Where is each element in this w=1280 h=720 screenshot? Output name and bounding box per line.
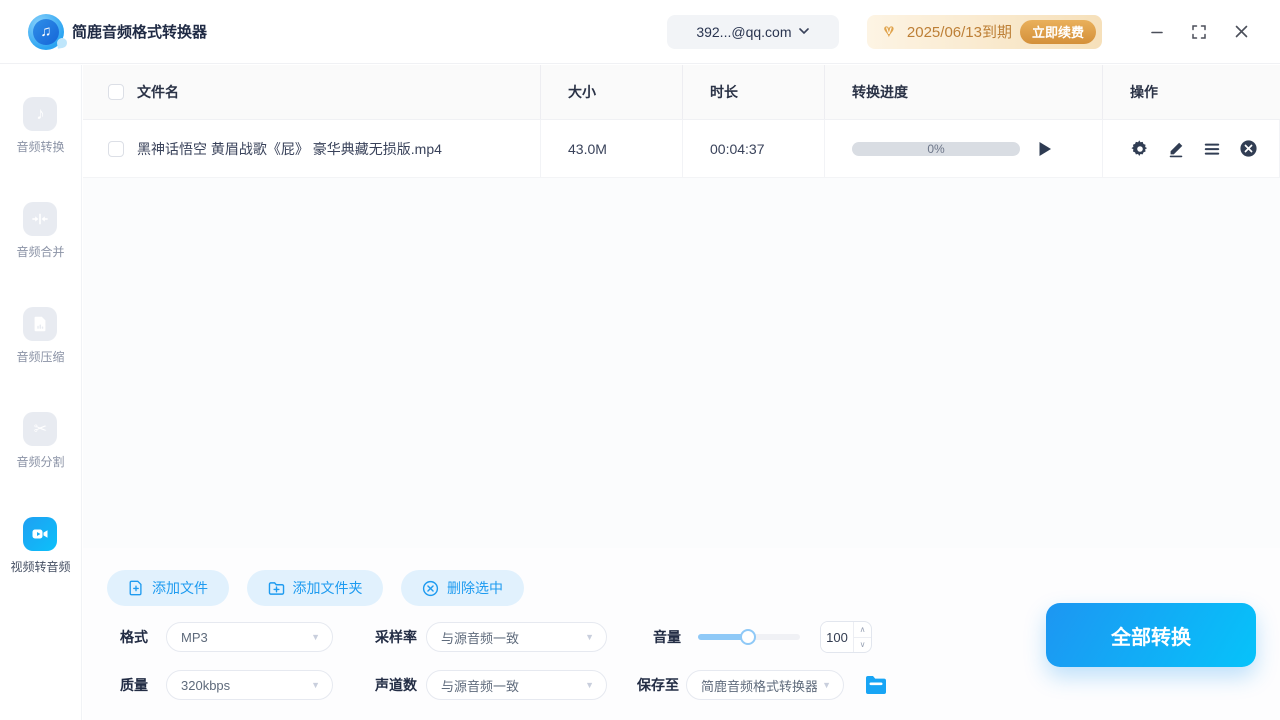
- dropdown-arrow-icon: ▼: [311, 680, 320, 690]
- chevron-down-icon: [799, 28, 809, 35]
- channels-select[interactable]: 与源音频一致 ▼: [426, 670, 607, 700]
- cell-duration: 00:04:37: [683, 120, 825, 177]
- account-dropdown[interactable]: 392...@qq.com: [667, 15, 839, 49]
- titlebar: ♫ 简鹿音频格式转换器 392...@qq.com ♥V 2025/06/13到…: [0, 0, 1280, 64]
- account-email: 392...@qq.com: [696, 24, 791, 40]
- add-folder-button[interactable]: 添加文件夹: [247, 570, 383, 606]
- volume-number-input: ∧ ∨: [820, 621, 872, 653]
- vip-expiry-date: 2025/06/13到期: [907, 21, 1012, 42]
- quality-select[interactable]: 320kbps ▼: [166, 670, 333, 700]
- table-row: 黑神话悟空 黄眉战歌《屁》 豪华典藏无损版.mp4 43.0M 00:04:37…: [83, 120, 1280, 178]
- sidebar-item-audio-compress[interactable]: 音频压缩: [16, 307, 64, 365]
- sample-rate-select[interactable]: 与源音频一致 ▼: [426, 622, 607, 652]
- maximize-button[interactable]: [1190, 23, 1208, 41]
- delete-circle-x-icon[interactable]: [1238, 139, 1258, 159]
- header-duration: 时长: [683, 65, 825, 119]
- sidebar-item-video-to-audio[interactable]: 视频转音频: [10, 517, 70, 575]
- bottom-panel: 添加文件 添加文件夹 删除选中 格式 MP3 ▼: [83, 548, 1280, 720]
- dropdown-arrow-icon: ▼: [822, 680, 831, 690]
- minimize-button[interactable]: [1148, 23, 1166, 41]
- save-to-select[interactable]: 简鹿音频格式转换器 ▼: [686, 670, 844, 700]
- task-list-icon[interactable]: [1202, 139, 1222, 159]
- progress-bar: 0%: [852, 142, 1020, 156]
- dropdown-arrow-icon: ▼: [585, 680, 594, 690]
- video-camera-icon: [23, 517, 57, 551]
- file-name: 黑神话悟空 黄眉战歌《屁》 豪华典藏无损版.mp4: [137, 139, 442, 159]
- channels-label: 声道数: [375, 670, 417, 700]
- settings-gear-icon[interactable]: [1130, 139, 1150, 159]
- slider-thumb[interactable]: [740, 629, 756, 645]
- app-logo-music-note-icon: ♫: [28, 14, 64, 50]
- cell-size: 43.0M: [541, 120, 683, 177]
- format-label: 格式: [120, 622, 148, 652]
- renew-button[interactable]: 立即续费: [1020, 20, 1096, 44]
- header-progress: 转换进度: [825, 65, 1103, 119]
- window-controls: [1148, 23, 1250, 41]
- sidebar-item-audio-split[interactable]: ✂ 音频分割: [16, 412, 64, 470]
- quality-label: 质量: [120, 670, 148, 700]
- merge-icon: [23, 202, 57, 236]
- spin-up-icon[interactable]: ∧: [854, 622, 871, 638]
- row-checkbox[interactable]: [108, 141, 124, 157]
- progress-label: 0%: [852, 142, 1020, 156]
- main-content: 文件名 大小 时长 转换进度 操作 黑神话悟空 黄眉战歌《屁》 豪华典藏无损版.…: [83, 65, 1280, 720]
- save-to-label: 保存至: [637, 670, 679, 700]
- compress-file-icon: [23, 307, 57, 341]
- play-icon[interactable]: [1038, 141, 1052, 157]
- sidebar: ♪ 音频转换 音频合并 音频压缩: [0, 65, 82, 720]
- dropdown-arrow-icon: ▼: [311, 632, 320, 642]
- edit-pencil-icon[interactable]: [1166, 139, 1186, 159]
- open-folder-icon[interactable]: [864, 674, 888, 696]
- vip-banner: ♥V 2025/06/13到期 立即续费: [867, 15, 1102, 49]
- remove-circle-icon: [422, 580, 439, 597]
- spin-down-icon[interactable]: ∨: [854, 638, 871, 653]
- cell-operations: [1103, 120, 1280, 177]
- table-header: 文件名 大小 时长 转换进度 操作: [83, 65, 1280, 120]
- scissors-icon: ✂: [23, 412, 57, 446]
- vip-crown-icon: ♥V: [879, 23, 899, 41]
- header-operations: 操作: [1103, 65, 1280, 119]
- file-plus-icon: [128, 580, 144, 596]
- brand: ♫ 简鹿音频格式转换器: [0, 14, 207, 50]
- app-window: ♫ 简鹿音频格式转换器 392...@qq.com ♥V 2025/06/13到…: [0, 0, 1280, 720]
- titlebar-right: 392...@qq.com ♥V 2025/06/13到期 立即续费: [667, 15, 1280, 49]
- cell-progress: 0%: [825, 120, 1103, 177]
- format-select[interactable]: MP3 ▼: [166, 622, 333, 652]
- music-note-icon: ♪: [23, 97, 57, 131]
- select-all-checkbox[interactable]: [108, 84, 124, 100]
- sample-rate-label: 采样率: [375, 622, 417, 652]
- sidebar-item-audio-merge[interactable]: 音频合并: [16, 202, 64, 260]
- volume-slider[interactable]: [698, 622, 800, 652]
- cell-filename: 黑神话悟空 黄眉战歌《屁》 豪华典藏无损版.mp4: [83, 120, 541, 177]
- sidebar-item-audio-convert[interactable]: ♪ 音频转换: [16, 97, 64, 155]
- header-size: 大小: [541, 65, 683, 119]
- header-filename: 文件名: [83, 65, 541, 119]
- delete-selected-button[interactable]: 删除选中: [401, 570, 524, 606]
- convert-all-button[interactable]: 全部转换: [1046, 603, 1256, 667]
- volume-label: 音量: [653, 622, 681, 652]
- volume-value-input[interactable]: [821, 622, 853, 652]
- dropdown-arrow-icon: ▼: [585, 632, 594, 642]
- close-button[interactable]: [1232, 23, 1250, 41]
- app-title: 简鹿音频格式转换器: [72, 21, 207, 42]
- folder-plus-icon: [268, 581, 285, 596]
- add-file-button[interactable]: 添加文件: [107, 570, 229, 606]
